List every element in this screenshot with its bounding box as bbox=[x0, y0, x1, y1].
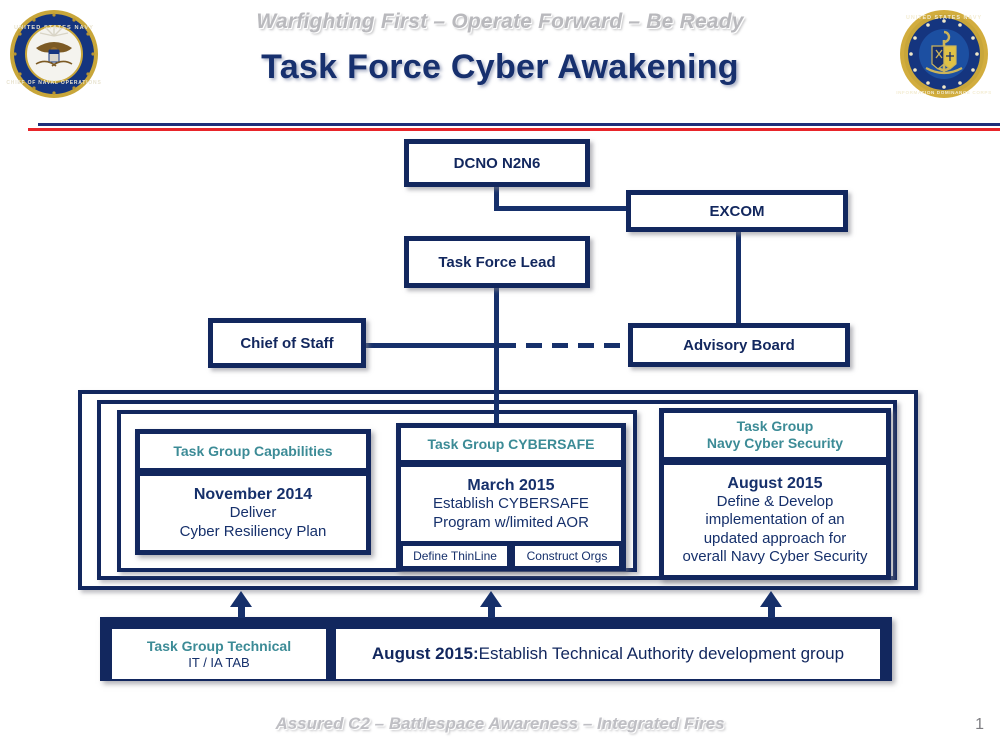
task-group-capabilities-body: November 2014 Deliver Cyber Resiliency P… bbox=[140, 476, 366, 550]
connector-chief-advisory-dashed bbox=[500, 343, 628, 348]
org-box-chief-of-staff[interactable]: Chief of Staff bbox=[208, 318, 366, 368]
task-group-capabilities-date: November 2014 bbox=[193, 485, 313, 503]
task-group-cybersafe-chip-construct-orgs[interactable]: Construct Orgs bbox=[515, 546, 619, 566]
svg-text:UNITED STATES NAVY: UNITED STATES NAVY bbox=[906, 15, 982, 21]
task-group-technical-panel[interactable]: Task Group Technical IT / IA TAB August … bbox=[100, 617, 892, 681]
arrow-up-cybersafe bbox=[480, 591, 502, 607]
footer-tagline: Assured C2 – Battlespace Awareness – Int… bbox=[275, 714, 725, 733]
task-group-navy-cyber-security-header-line-2: Navy Cyber Security bbox=[706, 435, 844, 451]
arrow-up-navy-cyber-security bbox=[760, 591, 782, 607]
task-group-navy-cyber-security-date: August 2015 bbox=[727, 474, 823, 492]
task-group-capabilities-line-2: Cyber Resiliency Plan bbox=[179, 522, 327, 540]
connector-tfl-trunk bbox=[494, 286, 499, 424]
org-box-excom-label: EXCOM bbox=[709, 202, 765, 220]
slide-canvas: Warfighting First – Operate Forward – Be… bbox=[0, 0, 1000, 750]
org-box-dcno-label: DCNO N2N6 bbox=[453, 154, 541, 172]
svg-text:UNITED STATES NAVY: UNITED STATES NAVY bbox=[14, 25, 94, 31]
task-group-technical-subheader: IT / IA TAB bbox=[188, 654, 250, 670]
task-group-cybersafe-chip-define-thinline[interactable]: Define ThinLine bbox=[403, 546, 507, 566]
task-group-technical-statement-date: August 2015: bbox=[371, 644, 479, 663]
task-group-technical-statement-text: Establish Technical Authority developmen… bbox=[478, 644, 845, 663]
header-rule-red bbox=[28, 128, 1000, 131]
task-group-cybersafe-line-2: Program w/limited AOR bbox=[433, 513, 589, 531]
task-group-navy-cyber-security-header-line-1: Task Group bbox=[736, 418, 814, 435]
connector-chief-of-staff bbox=[366, 343, 506, 348]
header-tagline: Warfighting First – Operate Forward – Be… bbox=[256, 10, 744, 33]
page-number: 1 bbox=[975, 716, 984, 733]
org-box-chief-of-staff-label: Chief of Staff bbox=[240, 334, 334, 352]
task-group-cybersafe-header: Task Group CYBERSAFE bbox=[401, 428, 621, 460]
task-group-cybersafe-date: March 2015 bbox=[467, 476, 555, 494]
task-group-navy-cyber-security-line-3: updated approach for bbox=[703, 529, 847, 547]
navy-cno-seal-icon: UNITED STATES NAVY CHIEF OF NAVAL OPERAT… bbox=[6, 6, 102, 102]
task-group-navy-cyber-security-body: August 2015 Define & Develop implementat… bbox=[664, 465, 886, 575]
org-box-task-force-lead[interactable]: Task Force Lead bbox=[404, 236, 590, 288]
org-box-excom[interactable]: EXCOM bbox=[626, 190, 848, 232]
org-box-advisory-board-label: Advisory Board bbox=[683, 336, 795, 354]
arrow-up-capabilities bbox=[230, 591, 252, 607]
task-group-navy-cyber-security-line-1: Define & Develop bbox=[716, 493, 834, 511]
task-group-navy-cyber-security-header: Task Group Navy Cyber Security bbox=[664, 413, 886, 457]
task-group-navy-cyber-security-line-2: implementation of an bbox=[705, 511, 845, 529]
header-rule-blue bbox=[38, 123, 1000, 126]
navy-idc-seal-icon: UNITED STATES NAVY INFORMATION DOMINANCE… bbox=[896, 6, 992, 102]
task-group-capabilities-panel[interactable]: Task Group Capabilities November 2014 De… bbox=[135, 429, 371, 555]
org-box-task-force-lead-label: Task Force Lead bbox=[438, 253, 556, 271]
task-group-cybersafe-panel[interactable]: Task Group CYBERSAFE March 2015 Establis… bbox=[396, 423, 626, 571]
task-group-technical-header: Task Group Technical bbox=[146, 638, 292, 655]
task-group-capabilities-line-1: Deliver bbox=[229, 504, 277, 522]
task-group-technical-label: Task Group Technical IT / IA TAB bbox=[112, 629, 326, 679]
task-group-navy-cyber-security-panel[interactable]: Task Group Navy Cyber Security August 20… bbox=[659, 408, 891, 580]
org-box-dcno-n2n6[interactable]: DCNO N2N6 bbox=[404, 139, 590, 187]
connector-excom-advisory bbox=[736, 230, 741, 326]
connector-dcno-excom bbox=[494, 206, 634, 211]
task-group-cybersafe-line-1: Establish CYBERSAFE bbox=[433, 495, 589, 513]
task-group-technical-statement: August 2015: Establish Technical Authori… bbox=[336, 629, 880, 679]
task-group-cybersafe-body: March 2015 Establish CYBERSAFE Program w… bbox=[401, 467, 621, 541]
svg-text:CHIEF OF NAVAL OPERATIONS: CHIEF OF NAVAL OPERATIONS bbox=[6, 80, 101, 86]
task-group-navy-cyber-security-line-4: overall Navy Cyber Security bbox=[682, 548, 868, 566]
org-box-advisory-board[interactable]: Advisory Board bbox=[628, 323, 850, 367]
task-group-capabilities-header: Task Group Capabilities bbox=[140, 434, 366, 468]
page-title: Task Force Cyber Awakening bbox=[261, 48, 739, 86]
svg-text:INFORMATION DOMINANCE CORPS: INFORMATION DOMINANCE CORPS bbox=[896, 90, 991, 95]
